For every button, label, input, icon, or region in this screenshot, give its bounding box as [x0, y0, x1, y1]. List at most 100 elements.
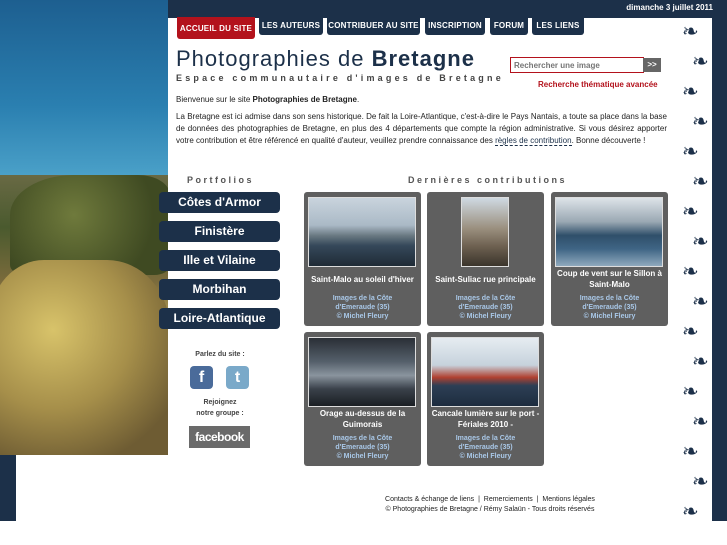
ermine-spot-icon: ❧ [682, 81, 699, 103]
site-title: Photographies de Bretagne [176, 46, 475, 72]
credit-author[interactable]: © Michel Fleury [307, 312, 418, 321]
ermine-spot-icon: ❧ [692, 51, 709, 73]
photo-sea [0, 0, 168, 175]
ermine-spot-icon: ❧ [682, 261, 699, 283]
portfolio-morbihan[interactable]: Morbihan [159, 279, 280, 300]
search-input[interactable] [510, 57, 644, 73]
contribution-thumbnail [431, 337, 539, 407]
ermine-spot-icon: ❧ [682, 501, 699, 521]
ermine-spot-icon: ❧ [692, 171, 709, 193]
credit-author[interactable]: © Michel Fleury [554, 312, 665, 321]
contribution-credit: Images de la Côte d'Emeraude (35) © Mich… [307, 294, 418, 321]
credit-album-2[interactable]: d'Emeraude (35) [307, 303, 418, 312]
credit-author[interactable]: © Michel Fleury [430, 452, 541, 461]
talk-about-label: Parlez du site : [195, 351, 245, 358]
ermine-spot-icon: ❧ [692, 231, 709, 253]
contribution-card[interactable]: Saint-Suliac rue principale Images de la… [427, 192, 544, 326]
right-border-strip [712, 18, 727, 521]
credit-album-2[interactable]: d'Emeraude (35) [430, 303, 541, 312]
contribution-credit: Images de la Côte d'Emeraude (35) © Mich… [307, 434, 418, 461]
contribution-card[interactable]: Coup de vent sur le Sillon à Saint-Malo … [551, 192, 668, 326]
contribution-thumbnail [555, 197, 663, 267]
portfolio-loire-atlantique[interactable]: Loire-Atlantique [159, 308, 280, 329]
ermine-spot-icon: ❧ [692, 111, 709, 133]
credit-author[interactable]: © Michel Fleury [430, 312, 541, 321]
ermine-spot-icon: ❧ [682, 201, 699, 223]
contribution-title: Saint-Suliac rue principale [435, 275, 536, 284]
intro-text: Bienvenue sur le site Photographies de B… [176, 94, 667, 152]
credit-album[interactable]: Images de la Côte [554, 294, 665, 303]
contrib-suffix: . Bonne découverte ! [571, 136, 646, 145]
twitter-share-icon[interactable]: t [226, 366, 249, 389]
ermine-spot-icon: ❧ [682, 321, 699, 343]
portfolio-cotes-armor[interactable]: Côtes d'Armor [159, 192, 280, 213]
credit-album[interactable]: Images de la Côte [430, 294, 541, 303]
nav-links[interactable]: LES LIENS [532, 17, 584, 35]
contribution-credit: Images de la Côte d'Emeraude (35) © Mich… [430, 434, 541, 461]
ermine-spot-icon: ❧ [682, 141, 699, 163]
portfolio-ille-vilaine[interactable]: Ille et Vilaine [159, 250, 280, 271]
ermine-spot-icon: ❧ [692, 351, 709, 373]
nav-contribute[interactable]: CONTRIBUER AU SITE [327, 17, 420, 35]
latest-contributions-heading: Dernières contributions [408, 175, 568, 185]
site-title-bold: Bretagne [371, 46, 475, 71]
contribution-credit: Images de la Côte d'Emeraude (35) © Mich… [430, 294, 541, 321]
contribution-card[interactable]: Cancale lumière sur le port - Fériales 2… [427, 332, 544, 466]
ermine-spot-icon: ❧ [682, 441, 699, 463]
contribution-title: Coup de vent sur le Sillon à Saint-Malo [557, 269, 662, 289]
facebook-group-button[interactable]: facebook [189, 426, 250, 448]
intro-paragraph: La Bretagne est ici admise dans son sens… [176, 111, 667, 147]
ermine-spot-icon: ❧ [682, 381, 699, 403]
credit-album[interactable]: Images de la Côte [430, 434, 541, 443]
footer-thanks-link[interactable]: Remerciements [484, 496, 533, 503]
search-button[interactable]: >> [643, 58, 661, 72]
site-subtitle: Espace communautaire d'images de Bretagn… [176, 73, 504, 83]
footer-copyright: © Photographies de Bretagne / Rémy Salaü… [385, 506, 595, 513]
ermine-spot-icon: ❧ [682, 21, 699, 43]
contribution-thumbnail [308, 197, 416, 267]
contribution-card[interactable]: Orage au-dessus de la Guimorais Images d… [304, 332, 421, 466]
credit-album-2[interactable]: d'Emeraude (35) [307, 443, 418, 452]
ermine-spot-icon: ❧ [692, 411, 709, 433]
portfolio-finistere[interactable]: Finistère [159, 221, 280, 242]
nav-home[interactable]: ACCUEIL DU SITE [177, 17, 255, 39]
welcome-line: Bienvenue sur le site Photographies de B… [176, 94, 667, 106]
photo-lichen-rock [0, 260, 168, 455]
welcome-suffix: . [356, 95, 360, 104]
credit-album[interactable]: Images de la Côte [307, 294, 418, 303]
nav-forum[interactable]: FORUM [490, 17, 528, 35]
contribution-title: Orage au-dessus de la Guimorais [319, 409, 406, 429]
contribution-rules-link[interactable]: règles de contribution [495, 136, 572, 146]
left-border-strip [0, 455, 16, 521]
contribution-title: Cancale lumière sur le port - Fériales 2… [431, 409, 540, 429]
ermine-spot-icon: ❧ [692, 291, 709, 313]
footer-legal-link[interactable]: Mentions légales [542, 496, 595, 503]
welcome-prefix: Bienvenue sur le site [176, 95, 253, 104]
contribution-thumbnail [308, 337, 416, 407]
nav-register[interactable]: INSCRIPTION [425, 17, 485, 35]
footer-contacts-link[interactable]: Contacts & échange de liens [385, 496, 474, 503]
current-date: dimanche 3 juillet 2011 [626, 3, 713, 12]
contribution-title: Saint-Malo au soleil d'hiver [311, 275, 414, 284]
join-label-2: notre groupe : [196, 410, 244, 417]
credit-album-2[interactable]: d'Emeraude (35) [430, 443, 541, 452]
top-bar: dimanche 3 juillet 2011 [168, 0, 727, 18]
credit-album-2[interactable]: d'Emeraude (35) [554, 303, 665, 312]
footer-separator: | [536, 496, 539, 503]
contribution-card[interactable]: Saint-Malo au soleil d'hiver Images de l… [304, 192, 421, 326]
footer: Contacts & échange de liens | Remercieme… [300, 495, 680, 515]
ermine-spot-icon: ❧ [692, 471, 709, 493]
credit-album[interactable]: Images de la Côte [307, 434, 418, 443]
welcome-site-name: Photographies de Bretagne [252, 95, 357, 104]
contribution-credit: Images de la Côte d'Emeraude (35) © Mich… [554, 294, 665, 321]
portfolios-heading: Portfolios [187, 175, 254, 185]
contribution-thumbnail [461, 197, 509, 267]
facebook-share-icon[interactable]: f [190, 366, 213, 389]
footer-separator: | [478, 496, 480, 503]
credit-author[interactable]: © Michel Fleury [307, 452, 418, 461]
nav-authors[interactable]: LES AUTEURS [259, 17, 323, 35]
advanced-search-link[interactable]: Recherche thématique avancée [538, 80, 658, 89]
site-title-normal: Photographies de [176, 46, 365, 71]
join-label-1: Rejoignez [203, 399, 237, 406]
footer-links: Contacts & échange de liens | Remercieme… [300, 495, 680, 505]
